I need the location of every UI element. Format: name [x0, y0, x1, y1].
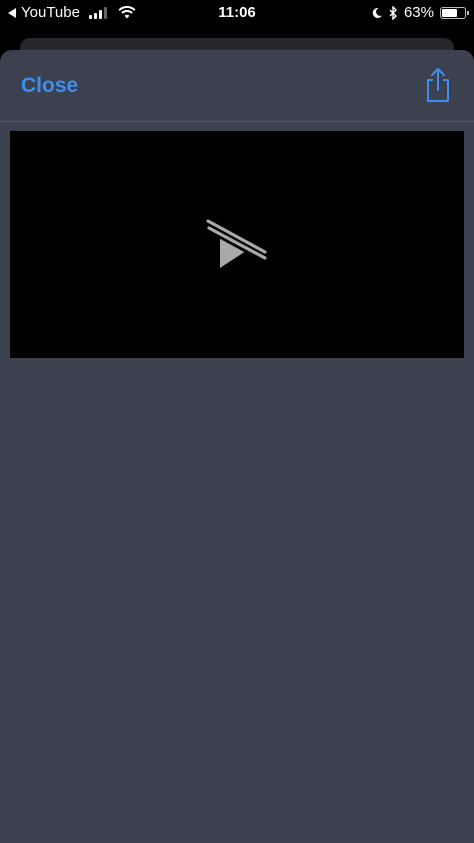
share-button[interactable] [422, 66, 454, 104]
screen: YouTube 11:06 63% Close [0, 0, 474, 843]
moon-icon [372, 7, 382, 18]
battery-percent: 63% [403, 4, 434, 21]
sheet-nav-bar: Close [0, 50, 474, 122]
bluetooth-icon [389, 5, 397, 20]
battery-icon [440, 6, 469, 19]
modal-sheet: Close [0, 50, 474, 843]
status-right: 63% [371, 4, 469, 21]
battery-fill [442, 8, 458, 17]
play-disabled-icon [205, 218, 269, 268]
video-player[interactable] [10, 131, 464, 358]
close-button[interactable]: Close [21, 74, 78, 98]
status-bar: YouTube 11:06 63% [0, 0, 474, 28]
share-icon [427, 68, 449, 102]
